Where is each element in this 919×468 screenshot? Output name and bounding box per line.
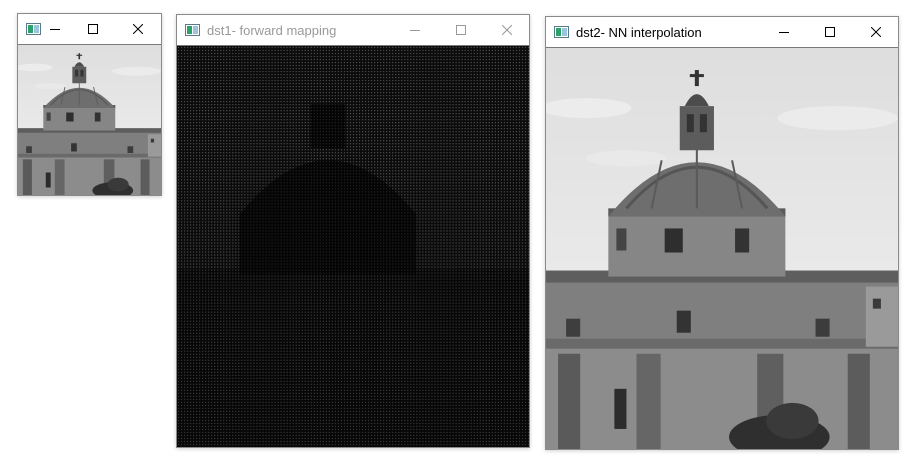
titlebar[interactable]	[18, 14, 161, 44]
opencv-window-icon	[185, 24, 200, 36]
maximize-button[interactable]	[807, 17, 853, 47]
close-button[interactable]	[853, 17, 899, 47]
church-image	[546, 48, 898, 449]
maximize-icon	[88, 24, 98, 34]
close-icon	[871, 27, 881, 37]
minimize-button[interactable]	[392, 15, 438, 45]
dst2-window[interactable]: dst2- NN interpolation	[545, 16, 899, 450]
close-button[interactable]	[484, 15, 530, 45]
minimize-icon	[50, 29, 60, 30]
image-canvas	[546, 47, 898, 449]
maximize-button[interactable]	[438, 15, 484, 45]
titlebar[interactable]: dst2- NN interpolation	[546, 17, 898, 47]
close-icon	[502, 25, 512, 35]
opencv-window-icon	[554, 26, 569, 38]
image-canvas	[18, 44, 161, 195]
church-image	[18, 45, 161, 195]
forward-mapped-image	[177, 46, 529, 447]
titlebar[interactable]: dst1- forward mapping	[177, 15, 529, 45]
minimize-icon	[410, 30, 420, 31]
window-title: dst1- forward mapping	[207, 23, 337, 38]
maximize-button[interactable]	[76, 14, 110, 44]
close-icon	[133, 24, 143, 34]
maximize-icon	[825, 27, 835, 37]
minimize-icon	[779, 32, 789, 33]
close-button[interactable]	[121, 14, 155, 44]
image-canvas	[177, 45, 529, 447]
src-window[interactable]	[17, 13, 162, 196]
minimize-button[interactable]	[38, 14, 72, 44]
dst1-window[interactable]: dst1- forward mapping	[176, 14, 530, 448]
minimize-button[interactable]	[761, 17, 807, 47]
window-title: dst2- NN interpolation	[576, 25, 702, 40]
maximize-icon	[456, 25, 466, 35]
